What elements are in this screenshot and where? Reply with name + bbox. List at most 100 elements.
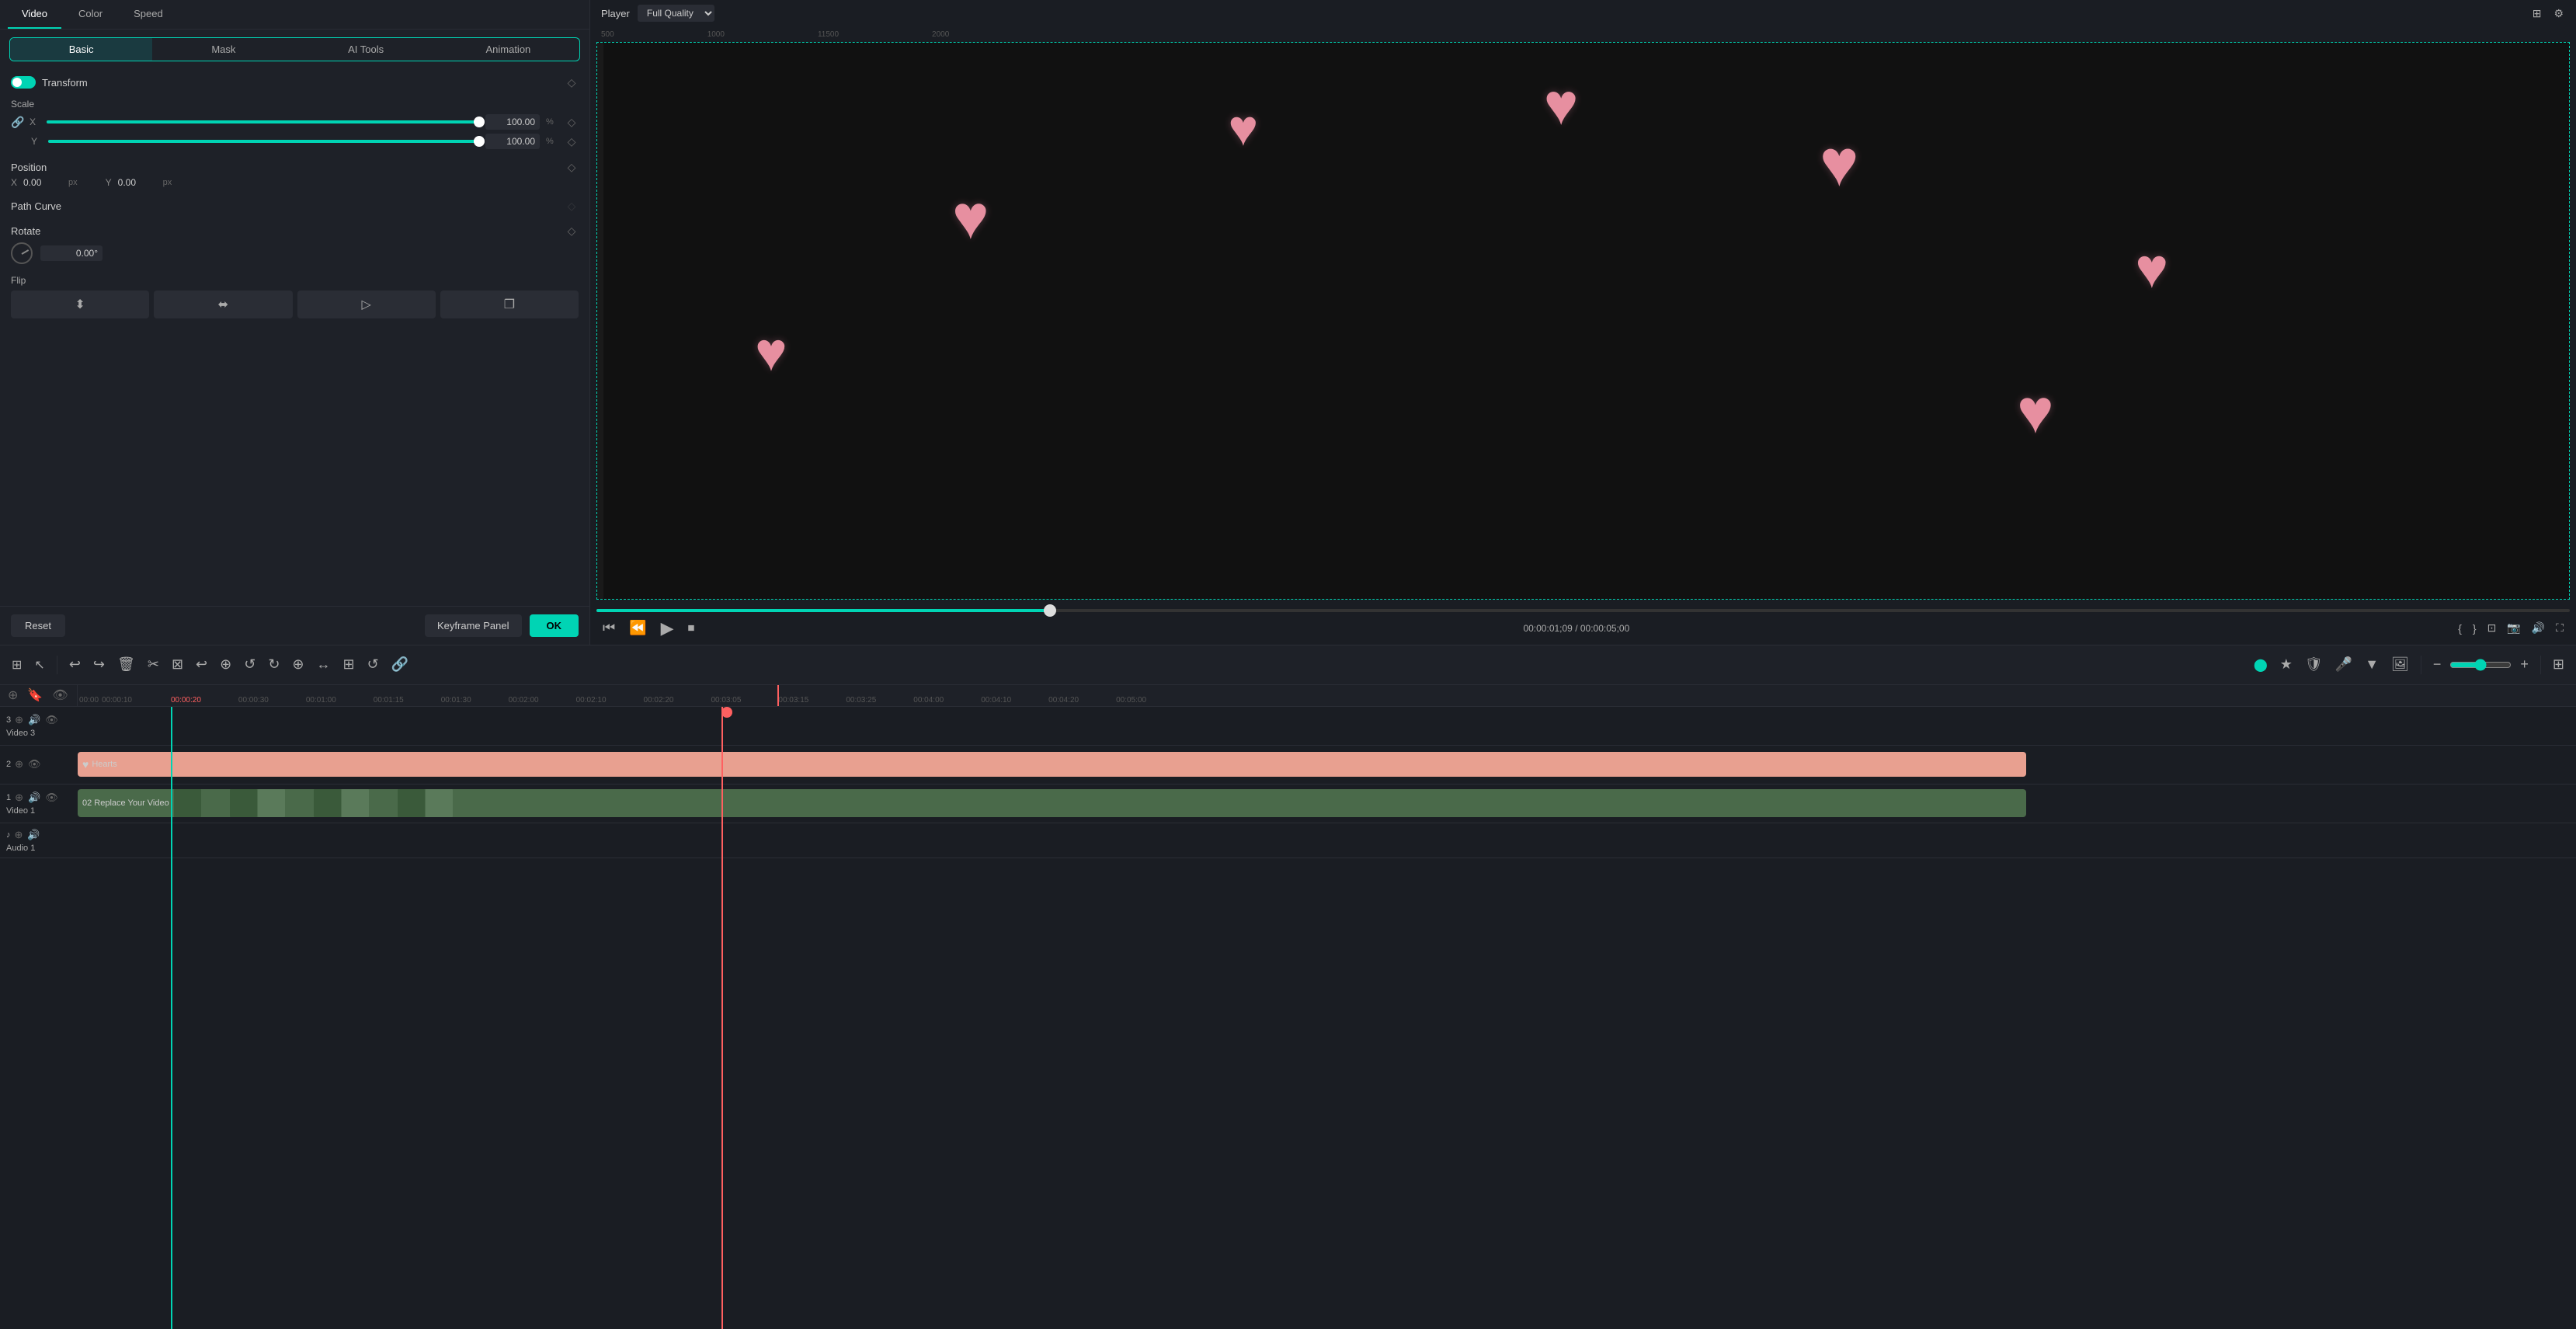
track-v1-eye[interactable]: 👁 [44,791,59,805]
scale-y-thumb[interactable] [474,136,485,147]
bracket-out-btn[interactable]: } [2471,620,2478,636]
scale-x-input[interactable] [485,114,540,130]
pos-x-input[interactable] [23,177,62,188]
tool-circle[interactable]: ⬤ [2250,653,2272,677]
hearts-clip[interactable]: ♥ Hearts [78,752,2026,777]
tool-grid[interactable]: ⊞ [339,652,359,677]
track-v1-add[interactable]: ⊕ [14,791,24,805]
tool-back[interactable]: ↩ [192,652,211,677]
player-progress-bar[interactable] [596,609,2570,612]
scale-x-fill [47,120,479,124]
tab-speed[interactable]: Speed [120,0,177,29]
tool-link[interactable]: 🔗 [388,652,412,677]
track-h-eye[interactable]: 👁 [27,757,42,771]
track-a1-vol[interactable]: 🔊 [26,828,40,842]
tool-down[interactable]: ▼ [2361,652,2383,677]
position-keyframe[interactable] [565,160,579,174]
keyframe-panel-button[interactable]: Keyframe Panel [425,614,522,637]
tool-resize[interactable]: ↔ [313,652,335,677]
reset-button[interactable]: Reset [11,614,65,637]
rotate-controls [11,242,579,264]
scale-y-fill [48,140,479,143]
transform-section-header: Transform [11,75,579,89]
play-btn[interactable]: ▶ [659,617,676,640]
player-expand-btn[interactable]: ⊞ [2531,5,2543,22]
tool-undo[interactable]: ↩ [65,652,85,677]
transform-keyframe-btn[interactable] [565,75,579,89]
heart-3: ♥ [1228,99,1258,157]
scale-y-unit: % [546,137,558,146]
skip-back-btn[interactable]: ⏮ [601,618,617,638]
pos-y-input[interactable] [118,177,157,188]
rotate-dial[interactable] [11,242,33,264]
tool-image[interactable]: 🖼 [2387,652,2413,677]
tool-star[interactable]: ★ [2276,652,2296,677]
volume-btn[interactable]: 🔊 [2530,620,2546,636]
rm-30: 00:00:30 [238,696,269,705]
track-v3-vol[interactable]: 🔊 [27,713,41,727]
bracket-in-btn[interactable]: { [2456,620,2463,636]
rotate-keyframe[interactable] [565,224,579,238]
ok-button[interactable]: OK [530,614,579,637]
tool-plus[interactable]: ⊕ [288,652,308,677]
screenshot-btn[interactable]: 📷 [2505,620,2522,636]
tool-mic[interactable]: 🎤 [2331,652,2356,677]
tool-select[interactable]: ⊞ [8,653,26,677]
video1-clip[interactable]: 02 Replace Your Video [78,789,2026,817]
flip-vertical-btn[interactable]: ⬍ [11,291,149,318]
step-back-btn[interactable]: ⏪ [627,618,648,638]
tool-delete[interactable]: 🗑 [113,652,139,677]
scale-x-slider[interactable] [47,120,479,124]
rm-10: 00:00:10 [102,696,132,705]
tool-cut[interactable]: ✂ [144,652,163,677]
flip-horizontal-btn[interactable]: ⬌ [154,291,292,318]
rotate-input[interactable] [40,245,103,261]
zoom-slider[interactable] [2449,659,2512,671]
tool-shield[interactable]: 🛡 [2301,652,2327,677]
scale-x-thumb[interactable] [474,117,485,127]
track-v3-eye[interactable]: 👁 [44,713,59,727]
sub-tab-basic[interactable]: Basic [10,38,152,61]
scale-y-keyframe[interactable] [565,134,579,148]
tool-rotate-r[interactable]: ↻ [264,652,283,677]
track-v3-add[interactable]: ⊕ [14,713,24,727]
tool-zoom-in[interactable]: + [2516,652,2533,677]
flip-right-btn[interactable]: ▷ [297,291,436,318]
tool-zoom-out[interactable]: − [2429,652,2446,677]
ruler-1500: 11500 [818,30,839,39]
track-audio1-content[interactable] [78,823,2576,858]
track-h-add[interactable]: ⊕ [14,757,24,771]
quality-select[interactable]: Full Quality Half Quality [638,5,714,22]
sub-tab-aitools[interactable]: AI Tools [295,38,437,61]
tool-redo[interactable]: ↪ [89,652,109,677]
sub-tab-animation[interactable]: Animation [437,38,579,61]
tool-refresh[interactable]: ↺ [363,652,383,677]
track-audio1-label: ♪ ⊕ 🔊 Audio 1 [0,825,78,856]
player-progress-thumb[interactable] [1044,604,1056,617]
player-settings-btn[interactable]: ⚙ [2552,5,2565,22]
tool-cursor[interactable]: ↖ [30,653,48,677]
tab-color[interactable]: Color [64,0,116,29]
scale-x-keyframe[interactable] [565,115,579,129]
player-progress-fill [596,609,1050,612]
scale-y-slider[interactable] [48,140,479,143]
stop-btn[interactable]: ⏹ [687,618,697,638]
tool-crop[interactable]: ⊠ [168,652,187,677]
sub-tab-mask[interactable]: Mask [152,38,294,61]
transform-toggle[interactable] [11,76,36,89]
scale-y-input[interactable] [485,134,540,149]
tl-marker-btn[interactable]: 🔖 [24,684,46,706]
tab-video[interactable]: Video [8,0,61,29]
track-a1-add[interactable]: ⊕ [14,828,24,842]
tool-add[interactable]: ⊕ [216,652,235,677]
tl-eye-btn[interactable]: 👁 [49,684,71,706]
fullscreen-btn[interactable]: ⛶ [2554,620,2565,636]
track-v3-content[interactable] [78,707,2576,745]
crop-btn[interactable]: ⊡ [2486,620,2498,636]
flip-copy-btn[interactable]: ❐ [440,291,579,318]
track-v1-vol[interactable]: 🔊 [27,791,41,805]
tl-magnet-btn[interactable]: ⊕ [5,684,21,706]
tool-rotate-l[interactable]: ↺ [240,652,259,677]
tool-grid2[interactable]: ⊞ [2549,652,2568,677]
thumb-4 [258,789,285,817]
